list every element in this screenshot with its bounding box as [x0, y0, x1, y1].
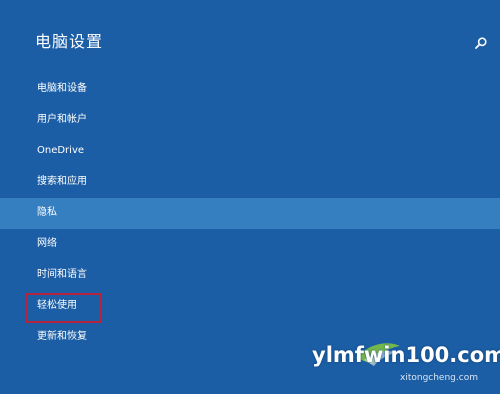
nav-item-accounts[interactable]: 用户和帐户 [0, 105, 500, 136]
nav-item-label: 网络 [37, 238, 57, 249]
nav-item-label: 用户和帐户 [37, 114, 87, 125]
nav-item-search-and-apps[interactable]: 搜索和应用 [0, 167, 500, 198]
watermark-main-text: ylmfwin100.com [312, 343, 500, 367]
search-button[interactable] [474, 36, 488, 50]
nav-item-label: 更新和恢复 [37, 331, 87, 342]
search-icon [475, 37, 487, 49]
nav-item-pc-and-devices[interactable]: 电脑和设备 [0, 74, 500, 105]
nav-item-label: OneDrive [37, 145, 85, 156]
nav-item-label: 搜索和应用 [37, 176, 87, 187]
nav-item-time-and-language[interactable]: 时间和语言 [0, 260, 500, 291]
nav-item-privacy[interactable]: 隐私 [0, 198, 500, 229]
watermark-sub-text: xitongcheng.com [400, 373, 478, 383]
nav-item-onedrive[interactable]: OneDrive [0, 136, 500, 167]
annotation-highlight-box [25, 293, 102, 323]
nav-item-label: 隐私 [37, 207, 57, 218]
pc-settings-window: 电脑设置 电脑和设备 用户和帐户 OneDrive 搜索和应用 隐私 网络 时间… [0, 0, 500, 394]
nav-item-network[interactable]: 网络 [0, 229, 500, 260]
site-watermark: ylmfwin100.com xitongcheng.com [308, 338, 500, 392]
page-title: 电脑设置 [35, 32, 104, 51]
nav-item-label: 电脑和设备 [37, 83, 87, 94]
nav-item-label: 时间和语言 [37, 269, 87, 280]
